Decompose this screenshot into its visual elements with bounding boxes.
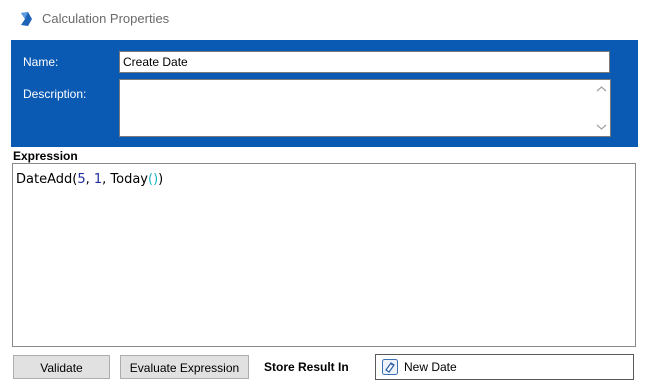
scroll-down-icon[interactable] bbox=[596, 123, 607, 131]
expression-editor[interactable]: DateAdd(5, 1, Today()) bbox=[12, 163, 636, 347]
window-title: Calculation Properties bbox=[42, 11, 170, 26]
description-scrollbar[interactable] bbox=[593, 80, 610, 136]
evaluate-expression-button[interactable]: Evaluate Expression bbox=[120, 355, 249, 379]
code-closing-paren: ) bbox=[158, 172, 164, 187]
code-number: 5 bbox=[77, 172, 86, 187]
variable-tag-icon bbox=[382, 359, 398, 375]
expression-label: Expression bbox=[13, 149, 78, 163]
store-result-label: Store Result In bbox=[264, 360, 349, 374]
code-number: 1 bbox=[93, 172, 103, 187]
description-input[interactable] bbox=[119, 79, 611, 137]
name-input[interactable]: Create Date bbox=[119, 51, 610, 73]
description-label: Description: bbox=[23, 87, 87, 101]
expression-code: DateAdd(5, 1, Today()) bbox=[16, 172, 163, 187]
code-function: DateAdd( bbox=[16, 172, 78, 187]
scroll-up-icon[interactable] bbox=[596, 85, 607, 93]
validate-button[interactable]: Validate bbox=[13, 355, 110, 379]
store-result-field[interactable]: New Date bbox=[375, 354, 634, 380]
code-separator: , bbox=[85, 172, 94, 187]
calculation-app-icon bbox=[21, 12, 32, 26]
title-bar: Calculation Properties bbox=[0, 0, 648, 38]
properties-header-panel: Name: Create Date Description: bbox=[11, 40, 638, 147]
store-result-value: New Date bbox=[404, 360, 457, 374]
code-separator: , Today bbox=[102, 172, 149, 187]
name-label: Name: bbox=[23, 55, 59, 69]
